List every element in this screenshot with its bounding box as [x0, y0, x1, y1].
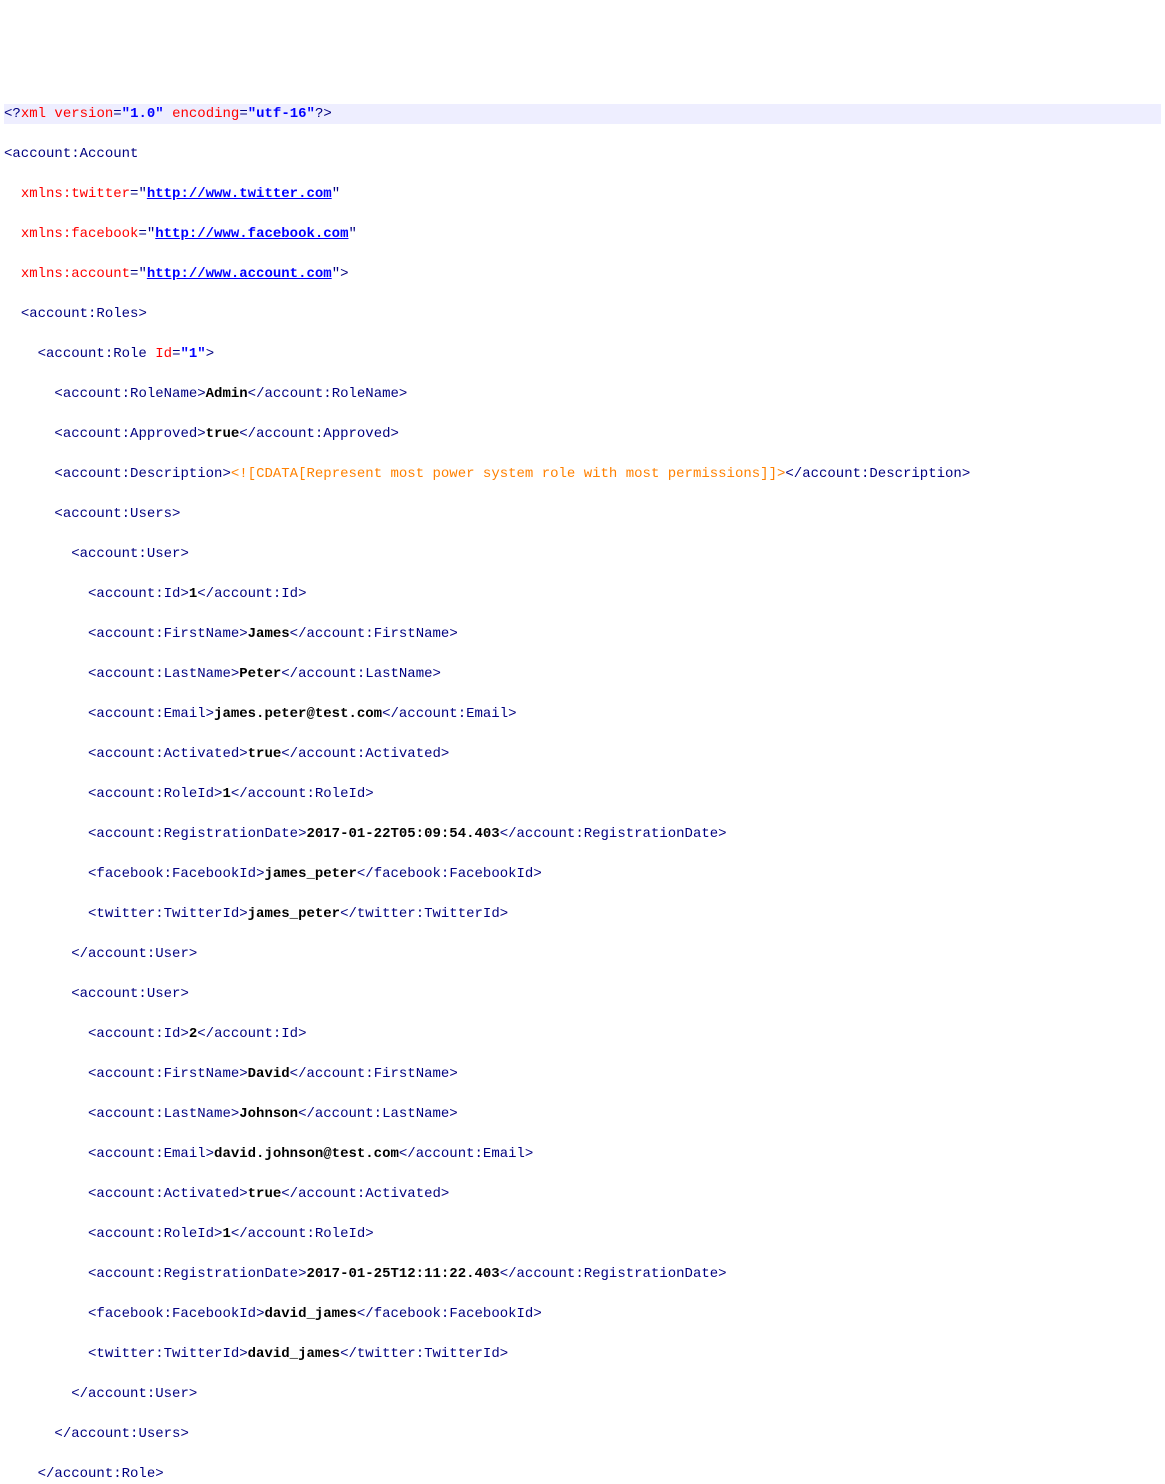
version-attr-name: version	[46, 106, 113, 122]
facebook-url[interactable]: http://www.facebook.com	[155, 226, 348, 242]
user2-facebook: <facebook:FacebookId>david_james</facebo…	[4, 1304, 1161, 1324]
pi-name: xml	[21, 106, 46, 122]
user1-email: <account:Email>james.peter@test.com</acc…	[4, 704, 1161, 724]
root-open: <account:Account	[4, 144, 1161, 164]
user2-lastname: <account:LastName>Johnson</account:LastN…	[4, 1104, 1161, 1124]
user2-regdate: <account:RegistrationDate>2017-01-25T12:…	[4, 1264, 1161, 1284]
role-open: <account:Role Id="1">	[4, 344, 1161, 364]
user1-firstname: <account:FirstName>James</account:FirstN…	[4, 624, 1161, 644]
user2-firstname: <account:FirstName>David</account:FirstN…	[4, 1064, 1161, 1084]
user1-close: </account:User>	[4, 944, 1161, 964]
encoding-value: utf-16	[256, 106, 306, 122]
user1-facebook: <facebook:FacebookId>james_peter</facebo…	[4, 864, 1161, 884]
user1-roleid: <account:RoleId>1</account:RoleId>	[4, 784, 1161, 804]
version-value: 1.0	[130, 106, 155, 122]
rolename-value: Admin	[206, 386, 248, 402]
pi-open: <?	[4, 106, 21, 122]
account-url[interactable]: http://www.account.com	[147, 266, 332, 282]
user1-regdate: <account:RegistrationDate>2017-01-22T05:…	[4, 824, 1161, 844]
xmlns-twitter: xmlns:twitter="http://www.twitter.com"	[4, 184, 1161, 204]
description-cdata: <![CDATA[Represent most power system rol…	[231, 466, 786, 482]
approved-value: true	[206, 426, 240, 442]
xmlns-facebook: xmlns:facebook="http://www.facebook.com"	[4, 224, 1161, 244]
xml-prolog: <?xml version="1.0" encoding="utf-16"?>	[4, 104, 1161, 124]
user2-open: <account:User>	[4, 984, 1161, 1004]
user2-activated: <account:Activated>true</account:Activat…	[4, 1184, 1161, 1204]
xmlns-account: xmlns:account="http://www.account.com">	[4, 264, 1161, 284]
rolename: <account:RoleName>Admin</account:RoleNam…	[4, 384, 1161, 404]
user2-twitter: <twitter:TwitterId>david_james</twitter:…	[4, 1344, 1161, 1364]
approved: <account:Approved>true</account:Approved…	[4, 424, 1161, 444]
user1-lastname: <account:LastName>Peter</account:LastNam…	[4, 664, 1161, 684]
roles-open: <account:Roles>	[4, 304, 1161, 324]
users-open: <account:Users>	[4, 504, 1161, 524]
description: <account:Description><![CDATA[Represent …	[4, 464, 1161, 484]
users-close: </account:Users>	[4, 1424, 1161, 1444]
user1-activated: <account:Activated>true</account:Activat…	[4, 744, 1161, 764]
xml-document: <?xml version="1.0" encoding="utf-16"?> …	[4, 84, 1161, 1484]
role-close: </account:Role>	[4, 1464, 1161, 1484]
user2-close: </account:User>	[4, 1384, 1161, 1404]
user1-id: <account:Id>1</account:Id>	[4, 584, 1161, 604]
twitter-url[interactable]: http://www.twitter.com	[147, 186, 332, 202]
pi-close: ?>	[315, 106, 332, 122]
encoding-attr-name: encoding	[164, 106, 240, 122]
user2-roleid: <account:RoleId>1</account:RoleId>	[4, 1224, 1161, 1244]
user2-id: <account:Id>2</account:Id>	[4, 1024, 1161, 1044]
user1-open: <account:User>	[4, 544, 1161, 564]
user1-twitter: <twitter:TwitterId>james_peter</twitter:…	[4, 904, 1161, 924]
root-tag-name: account:Account	[12, 146, 138, 162]
user2-email: <account:Email>david.johnson@test.com</a…	[4, 1144, 1161, 1164]
